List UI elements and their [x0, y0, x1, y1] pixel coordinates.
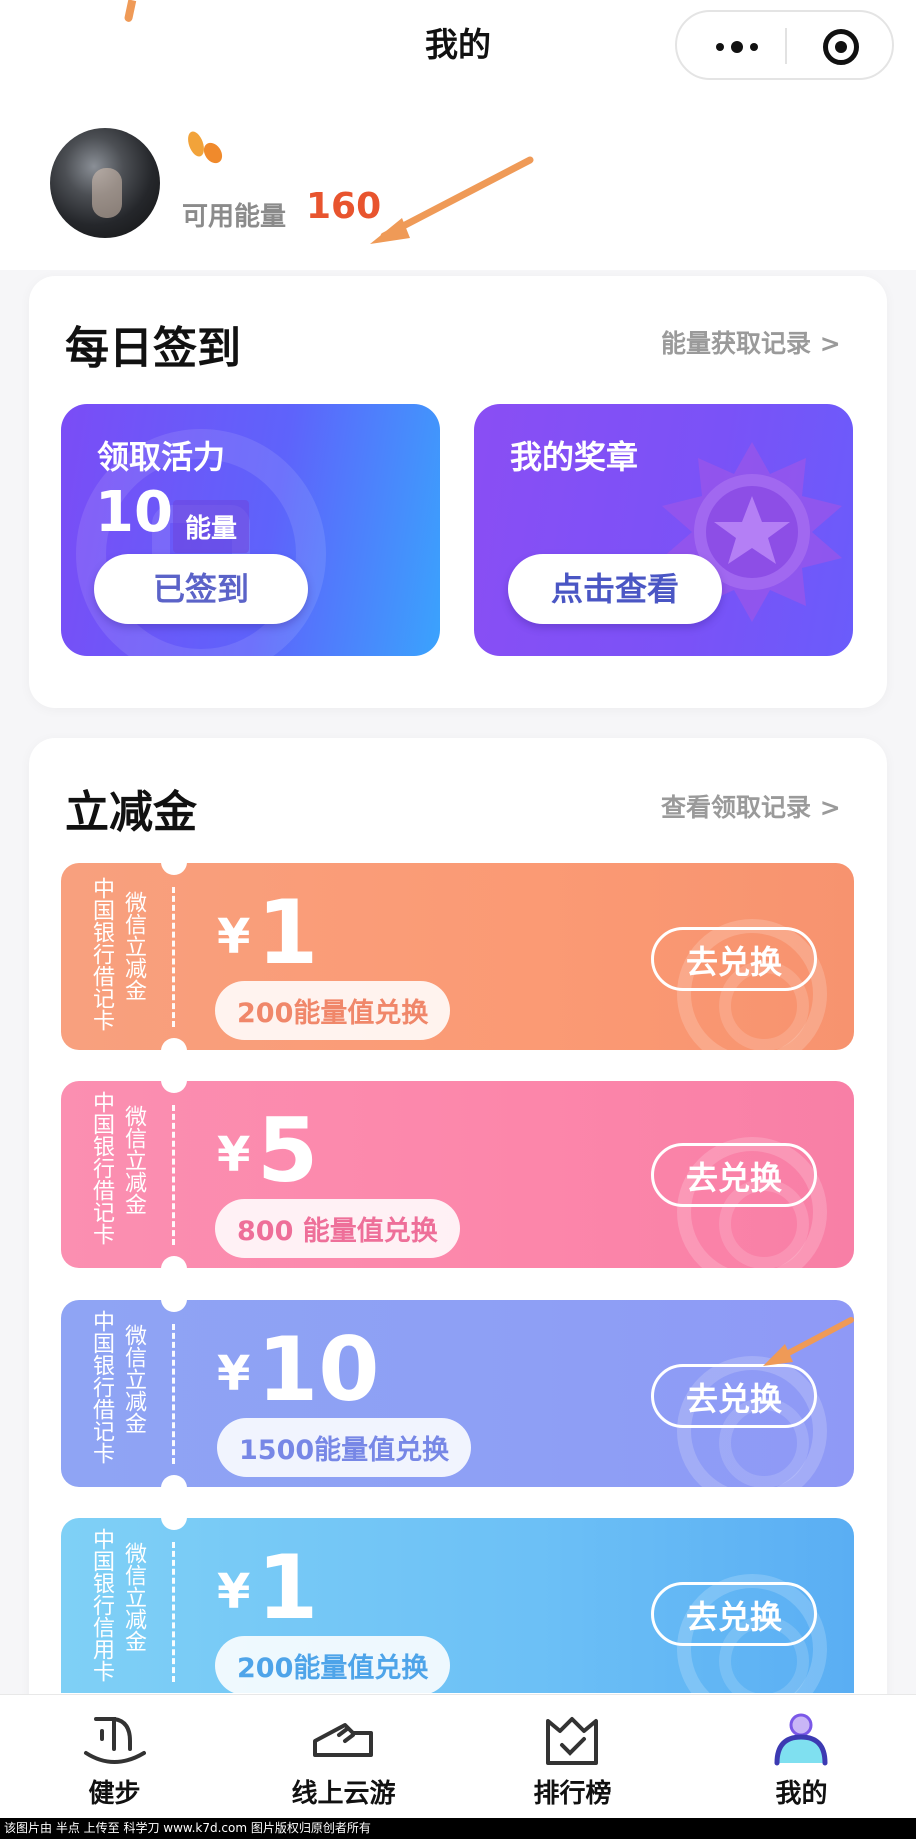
redeem-button[interactable]: 去兑换 — [651, 927, 817, 991]
source-watermark-bar: 该图片由 半点 上传至 科学刀 www.k7d.com 图片版权归原创者所有 — [0, 1818, 916, 1839]
coupon-divider — [172, 887, 175, 1027]
claim-energy-tile[interactable]: 领取活力 10 能量 已签到 — [61, 404, 440, 656]
coupon-divider — [172, 1542, 175, 1682]
coupon-bank-label: 中国银行信用卡 — [89, 1528, 114, 1682]
profile-icon — [774, 1713, 828, 1766]
coupon-type-label: 微信立减金 — [121, 1324, 146, 1434]
energy-label: 可用能量 — [182, 202, 287, 232]
coupon-amount: 5 — [257, 1099, 319, 1202]
checkin-title: 每日签到 — [65, 323, 241, 374]
coupon-cost: 1500能量值兑换 — [217, 1418, 472, 1477]
coupon-amount: 1 — [257, 881, 319, 984]
tab-walking[interactable]: 健步 — [0, 1695, 229, 1819]
coupon-bank-label: 中国银行借记卡 — [89, 1091, 114, 1245]
shoe-icon — [313, 1723, 373, 1757]
bottom-tab-bar: 健步 线上云游 排行榜 我的 — [0, 1694, 916, 1819]
coupon-bank-label: 中国银行借记卡 — [89, 1310, 114, 1464]
checked-in-button[interactable]: 已签到 — [94, 554, 308, 624]
coupon-currency: ¥ — [217, 1346, 251, 1402]
coupon-card[interactable]: 中国银行借记卡 微信立减金 ¥ 1 200能量值兑换 去兑换 — [61, 863, 854, 1050]
miniprogram-capsule — [675, 10, 894, 80]
tab-mine[interactable]: 我的 — [687, 1695, 916, 1819]
coupon-notch — [161, 1518, 187, 1530]
tab-ranking[interactable]: 排行榜 — [458, 1695, 687, 1819]
claim-record-link[interactable]: 查看领取记录 > — [661, 788, 841, 824]
coupon-currency: ¥ — [217, 1127, 251, 1183]
coupon-bank-label: 中国银行借记卡 — [89, 877, 114, 1031]
close-target-icon[interactable] — [823, 29, 859, 65]
coupon-notch — [161, 863, 187, 875]
coupon-notch — [161, 1300, 187, 1312]
tab-label: 排行榜 — [533, 1779, 612, 1809]
coupon-divider — [172, 1324, 175, 1464]
coupon-divider — [172, 1105, 175, 1245]
medal-tile-title: 我的奖章 — [510, 438, 639, 476]
coupon-notch — [161, 1081, 187, 1093]
crown-ranking-icon — [546, 1717, 598, 1765]
more-icon[interactable] — [707, 32, 767, 62]
coupon-notch — [161, 1038, 187, 1050]
discount-title: 立减金 — [65, 787, 197, 838]
redeem-button[interactable]: 去兑换 — [651, 1364, 817, 1428]
annotation-arrow-icon — [763, 1317, 854, 1366]
tab-online-tour[interactable]: 线上云游 — [229, 1695, 458, 1819]
walking-icon — [84, 1717, 146, 1764]
coupon-cost: 800 能量值兑换 — [215, 1199, 460, 1258]
coupon-card[interactable]: 中国银行信用卡 微信立减金 ¥ 1 200能量值兑换 去兑换 — [61, 1518, 854, 1693]
coupon-card[interactable]: 中国银行借记卡 微信立减金 ¥ 10 1500能量值兑换 去兑换 — [61, 1300, 854, 1487]
coupon-type-label: 微信立减金 — [121, 1542, 146, 1652]
coupon-currency: ¥ — [217, 909, 251, 965]
annotation-arrow-icon — [370, 156, 534, 244]
coupon-amount: 10 — [257, 1318, 380, 1421]
coupon-notch — [161, 1256, 187, 1268]
energy-record-link[interactable]: 能量获取记录 > — [661, 324, 841, 360]
my-medals-tile[interactable]: 我的奖章 点击查看 — [474, 404, 853, 656]
coupon-notch — [161, 1475, 187, 1487]
claim-amount: 10 — [95, 480, 173, 545]
tab-label: 健步 — [88, 1779, 141, 1809]
redeem-button[interactable]: 去兑换 — [651, 1143, 817, 1207]
avatar[interactable] — [50, 128, 160, 238]
coupon-amount: 1 — [257, 1536, 319, 1639]
coupon-card[interactable]: 中国银行借记卡 微信立减金 ¥ 5 800 能量值兑换 去兑换 — [61, 1081, 854, 1268]
energy-leaf-icon — [188, 131, 223, 164]
tab-label: 我的 — [775, 1779, 828, 1809]
view-medals-button[interactable]: 点击查看 — [508, 554, 722, 624]
coupon-cost: 200能量值兑换 — [215, 981, 451, 1040]
redeem-button[interactable]: 去兑换 — [651, 1582, 817, 1646]
coupon-cost: 200能量值兑换 — [215, 1636, 451, 1693]
claim-unit: 能量 — [173, 500, 250, 553]
claim-tile-title: 领取活力 — [97, 438, 226, 476]
top-bar: 我的 — [0, 0, 916, 100]
tab-label: 线上云游 — [291, 1779, 396, 1809]
capsule-divider — [785, 28, 787, 64]
coupon-type-label: 微信立减金 — [121, 1105, 146, 1215]
coupon-currency: ¥ — [217, 1564, 251, 1620]
coupon-type-label: 微信立减金 — [121, 891, 146, 1001]
